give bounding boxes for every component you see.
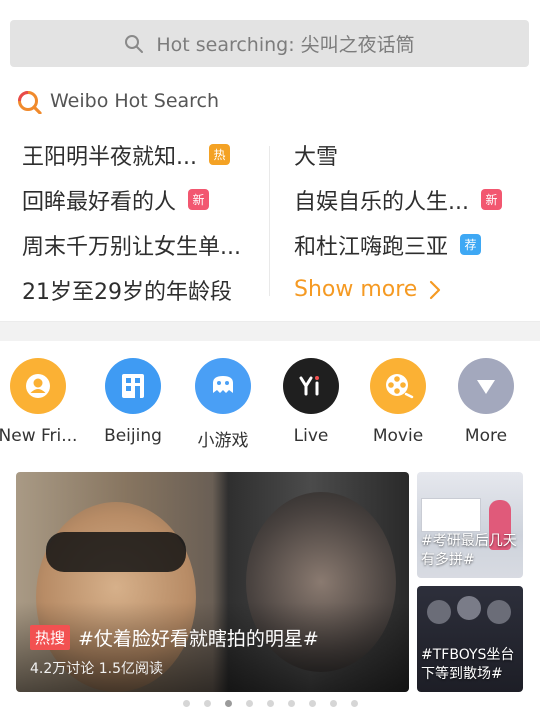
featured-caption: 热搜 #仗着脸好看就瞎拍的明星# bbox=[30, 624, 319, 651]
hot-search-tag: 热搜 bbox=[30, 625, 71, 650]
hot-search-item[interactable]: 周末千万别让女生单... bbox=[22, 222, 266, 267]
person-shape bbox=[457, 596, 481, 620]
app-live[interactable]: Live bbox=[267, 358, 355, 446]
hot-search-item-text: 回眸最好看的人 bbox=[22, 189, 177, 215]
carousel-dot[interactable] bbox=[203, 700, 211, 707]
hot-search-item[interactable]: 回眸最好看的人 新 bbox=[22, 177, 266, 222]
notice-board-shape bbox=[421, 498, 481, 532]
side-topic-label: #TFBOYS坐台下等到散场# bbox=[421, 647, 515, 682]
live-yi-icon bbox=[283, 358, 339, 414]
hot-search-item[interactable]: 王阳明半夜就知... 热 bbox=[22, 132, 266, 177]
hot-search-item[interactable]: 21岁至29岁的年龄段 bbox=[22, 267, 266, 312]
app-beijing[interactable]: Beijing bbox=[89, 358, 177, 446]
more-triangle-icon bbox=[458, 358, 514, 414]
featured-trending-card[interactable]: 热搜 #仗着脸好看就瞎拍的明星# 4.2万讨论 1.5亿阅读 bbox=[16, 472, 409, 692]
app-shortcuts: New Fri... Beijing 小游戏 Live Movie More bbox=[0, 358, 540, 458]
search-bar[interactable]: Hot searching: 尖叫之夜话筒 bbox=[10, 20, 529, 67]
app-mini-games[interactable]: 小游戏 bbox=[179, 358, 267, 451]
hot-search-item[interactable]: 自娱自乐的人生... 新 bbox=[294, 177, 520, 222]
show-more-link[interactable]: Show more bbox=[294, 267, 520, 312]
carousel-indicator bbox=[0, 700, 540, 707]
hot-search-item-text: 21岁至29岁的年龄段 bbox=[22, 279, 232, 305]
carousel-dot[interactable] bbox=[224, 700, 232, 707]
featured-headline: #仗着脸好看就瞎拍的明星# bbox=[78, 628, 319, 650]
weibo-hot-search-icon bbox=[18, 91, 42, 114]
building-icon bbox=[105, 358, 161, 414]
side-topic-card[interactable]: #考研最后几天有多拼# bbox=[417, 472, 523, 578]
hot-search-item-text: 周末千万别让女生单... bbox=[22, 234, 241, 260]
section-separator bbox=[0, 321, 540, 341]
carousel-dot[interactable] bbox=[245, 700, 253, 707]
app-label: Live bbox=[293, 426, 329, 446]
game-controller-icon bbox=[195, 358, 251, 414]
hot-badge: 热 bbox=[208, 144, 230, 165]
person-shape bbox=[427, 600, 451, 624]
hot-search-divider bbox=[269, 146, 270, 296]
app-label: More bbox=[464, 426, 508, 446]
side-topic-card[interactable]: #TFBOYS坐台下等到散场# bbox=[417, 586, 523, 692]
hot-search-title: Weibo Hot Search bbox=[50, 90, 220, 112]
carousel-dot[interactable] bbox=[287, 700, 295, 707]
search-area: Hot searching: 尖叫之夜话筒 bbox=[0, 0, 540, 72]
hot-search-header: Weibo Hot Search bbox=[16, 86, 219, 116]
hot-search-item-text: 和杜江嗨跑三亚 bbox=[294, 234, 449, 260]
person-shape bbox=[487, 600, 511, 624]
search-placeholder: Hot searching: 尖叫之夜话筒 bbox=[156, 34, 415, 56]
app-label: Movie bbox=[372, 426, 424, 446]
app-label: 小游戏 bbox=[197, 431, 249, 451]
hot-search-left-column: 王阳明半夜就知... 热 回眸最好看的人 新 周末千万别让女生单... 21岁至… bbox=[22, 132, 266, 312]
hot-search-item-text: 大雪 bbox=[294, 144, 339, 170]
glasses-shape bbox=[46, 532, 186, 572]
app-more[interactable]: More bbox=[442, 358, 530, 446]
hot-search-item-text: 自娱自乐的人生... bbox=[294, 189, 469, 215]
film-reel-icon bbox=[370, 358, 426, 414]
search-icon bbox=[125, 34, 144, 53]
side-topic-label: #考研最后几天有多拼# bbox=[421, 533, 517, 568]
new-friends-icon bbox=[10, 358, 66, 414]
show-more-label: Show more bbox=[294, 277, 418, 302]
app-label: New Fri... bbox=[0, 426, 78, 446]
hot-search-item-text: 王阳明半夜就知... bbox=[22, 144, 197, 170]
hot-search-right-column: 大雪 自娱自乐的人生... 新 和杜江嗨跑三亚 荐 Show more bbox=[294, 132, 520, 312]
recommended-badge: 荐 bbox=[460, 234, 482, 255]
new-badge: 新 bbox=[480, 189, 502, 210]
app-label: Beijing bbox=[104, 426, 162, 446]
carousel-dot[interactable] bbox=[329, 700, 337, 707]
featured-stats: 4.2万讨论 1.5亿阅读 bbox=[30, 661, 163, 677]
carousel-dot[interactable] bbox=[350, 700, 358, 707]
carousel-dot[interactable] bbox=[266, 700, 274, 707]
carousel-dot[interactable] bbox=[182, 700, 190, 707]
app-new-friends[interactable]: New Fri... bbox=[0, 358, 82, 446]
carousel-dot[interactable] bbox=[308, 700, 316, 707]
new-badge: 新 bbox=[188, 189, 210, 210]
chevron-right-icon bbox=[430, 280, 441, 299]
hot-search-item[interactable]: 和杜江嗨跑三亚 荐 bbox=[294, 222, 520, 267]
hot-search-item[interactable]: 大雪 bbox=[294, 132, 520, 177]
app-movie[interactable]: Movie bbox=[354, 358, 442, 446]
